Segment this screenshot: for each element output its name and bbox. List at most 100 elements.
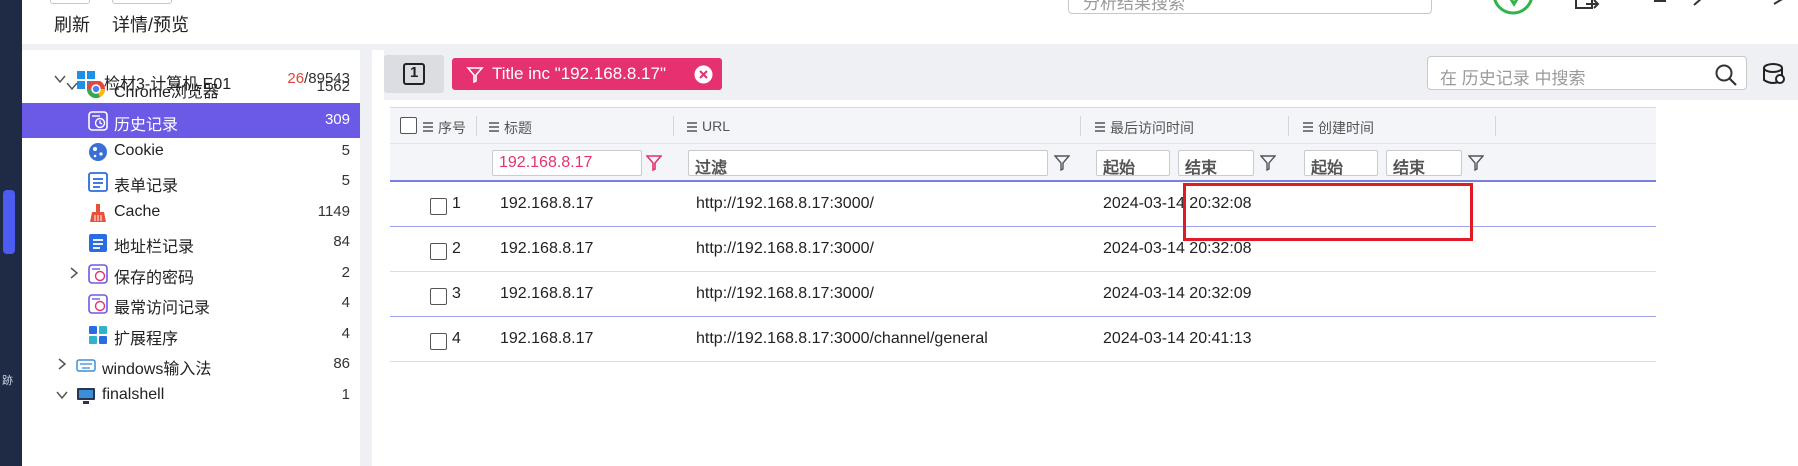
column-divider[interactable] — [1288, 116, 1289, 136]
column-header-title[interactable]: 标题 — [504, 118, 532, 138]
cell-url: http://192.168.8.17:3000/ — [696, 240, 874, 257]
broom-icon — [90, 204, 106, 222]
page-button[interactable]: 1 — [384, 55, 444, 93]
details-preview-button[interactable]: 详情/预览 — [112, 11, 189, 37]
column-menu-icon[interactable] — [1302, 121, 1314, 133]
row-checkbox[interactable] — [430, 288, 447, 305]
window-arrow-icon[interactable] — [1692, 0, 1706, 6]
column-header-created[interactable]: 创建时间 — [1318, 118, 1374, 138]
column-menu-icon[interactable] — [1094, 121, 1106, 133]
chevron-down-icon[interactable] — [66, 83, 78, 95]
table-row[interactable]: 4 192.168.8.17 http://192.168.8.17:3000/… — [390, 317, 1656, 362]
table-row[interactable]: 3 192.168.8.17 http://192.168.8.17:3000/… — [390, 272, 1656, 317]
green-status-icon[interactable] — [1492, 0, 1534, 16]
column-header-url[interactable]: URL — [702, 118, 730, 134]
highlight-annotation — [1183, 183, 1473, 241]
tree-item-chrome[interactable]: Chrome浏览器 1562 — [22, 81, 360, 101]
column-divider[interactable] — [1495, 116, 1496, 136]
tree-item-count: 5 — [341, 142, 350, 159]
column-menu-icon[interactable] — [488, 121, 500, 133]
title-filter-input[interactable]: 192.168.8.17 — [492, 150, 642, 176]
cookie-icon — [89, 143, 107, 161]
tree-item-label: 最常访问记录 — [114, 300, 211, 317]
history-panel: 1 Title inc "192.168.8.17" 在 历史记录 中搜索 序号… — [384, 50, 1798, 466]
window-close-icon[interactable] — [1772, 0, 1786, 6]
tree-item-count: 4 — [341, 294, 350, 311]
search-icon[interactable] — [1714, 63, 1738, 87]
tree-item-count: 84 — [333, 233, 350, 250]
extensions-grid-icon — [89, 326, 107, 344]
cell-url: http://192.168.8.17:3000/ — [696, 195, 874, 212]
nav-active-indicator[interactable] — [3, 190, 15, 254]
row-checkbox[interactable] — [430, 243, 447, 260]
panel-header: 1 Title inc "192.168.8.17" 在 历史记录 中搜索 — [384, 50, 1798, 100]
column-menu-icon[interactable] — [422, 121, 434, 133]
column-header-last-visit[interactable]: 最后访问时间 — [1110, 118, 1194, 138]
tree-item-most-visited[interactable]: 最常访问记录 4 — [22, 286, 360, 321]
tree-item-windows-ime[interactable]: windows输入法 86 — [22, 347, 360, 382]
row-checkbox[interactable] — [430, 333, 447, 350]
tree-item-count: 2 — [341, 264, 350, 281]
close-icon[interactable] — [694, 65, 713, 84]
export-icon[interactable] — [1574, 0, 1600, 12]
created-end-input[interactable]: 结束 — [1386, 150, 1462, 177]
tree-item-label: 地址栏记录 — [114, 239, 195, 256]
evidence-tree: 检材3-计算机.E01 26/89543 Chrome浏览器 1562 历史记录… — [22, 50, 372, 466]
form-list-icon — [88, 172, 108, 192]
tree-item-history[interactable]: 历史记录 309 — [22, 103, 360, 138]
tree-item-finalshell[interactable]: finalshell 1 — [22, 378, 360, 413]
analysis-search-input[interactable]: 分析结果搜索 — [1068, 0, 1432, 14]
column-divider[interactable] — [1080, 116, 1081, 136]
tree-item-count: 1 — [341, 386, 350, 403]
address-list-icon — [89, 234, 107, 252]
tree-item-label: 保存的密码 — [114, 270, 195, 287]
column-divider[interactable] — [673, 116, 674, 136]
tree-item-form-records[interactable]: 表单记录 5 — [22, 164, 360, 199]
filter-chip-text: Title inc "192.168.8.17" — [492, 64, 666, 83]
url-filter-input[interactable]: 过滤 — [688, 150, 1048, 177]
tree-item-count: 309 — [324, 111, 350, 128]
database-search-icon[interactable] — [1762, 62, 1788, 88]
tree-item-label: 历史记录 — [114, 117, 179, 134]
column-header-seq[interactable]: 序号 — [438, 118, 466, 138]
filter-icon[interactable] — [1468, 155, 1484, 171]
chrome-icon — [87, 81, 105, 98]
select-all-checkbox[interactable] — [400, 117, 417, 134]
app-nav-strip: 跡 — [0, 0, 22, 466]
created-start-input[interactable]: 起始 — [1304, 150, 1378, 177]
chevron-down-icon[interactable] — [56, 389, 68, 401]
last-visit-start-input[interactable]: 起始 — [1096, 150, 1170, 177]
cell-title: 192.168.8.17 — [500, 195, 594, 212]
filter-icon[interactable] — [1054, 155, 1070, 171]
refresh-button[interactable]: 刷新 — [54, 11, 90, 37]
filter-icon — [466, 67, 484, 84]
filter-icon[interactable] — [646, 155, 662, 171]
cell-last-visit: 2024-03-14 20:32:08 — [1103, 240, 1252, 257]
cell-last-visit: 2024-03-14 20:41:13 — [1103, 330, 1252, 347]
last-visit-end-input[interactable]: 结束 — [1178, 150, 1254, 177]
history-search-input[interactable]: 在 历史记录 中搜索 — [1427, 56, 1747, 90]
cell-seq: 2 — [452, 240, 461, 257]
tree-item-label: Cookie — [114, 142, 164, 159]
window-minimize-icon[interactable] — [1652, 0, 1668, 6]
column-menu-icon[interactable] — [686, 121, 698, 133]
tree-item-count: 86 — [333, 355, 350, 372]
tree-item-label: finalshell — [102, 386, 165, 403]
nav-strip-text: 跡 — [2, 375, 13, 387]
column-divider[interactable] — [476, 116, 477, 136]
toolbar-button-top-2[interactable] — [112, 0, 172, 4]
password-history-icon — [88, 264, 108, 284]
tree-item-address-bar[interactable]: 地址栏记录 84 — [22, 225, 360, 260]
chevron-right-icon[interactable] — [56, 358, 68, 370]
cell-title: 192.168.8.17 — [500, 285, 594, 302]
tree-item-label: windows输入法 — [102, 361, 212, 378]
active-filter-chip[interactable]: Title inc "192.168.8.17" — [452, 58, 722, 90]
row-checkbox[interactable] — [430, 198, 447, 215]
cell-last-visit: 2024-03-14 20:32:09 — [1103, 285, 1252, 302]
chevron-right-icon[interactable] — [68, 267, 80, 279]
filter-icon[interactable] — [1260, 155, 1276, 171]
history-icon — [88, 111, 108, 131]
toolbar-button-top[interactable] — [50, 0, 90, 4]
tree-item-count: 4 — [341, 325, 350, 342]
tree-item-label: 表单记录 — [114, 178, 179, 195]
